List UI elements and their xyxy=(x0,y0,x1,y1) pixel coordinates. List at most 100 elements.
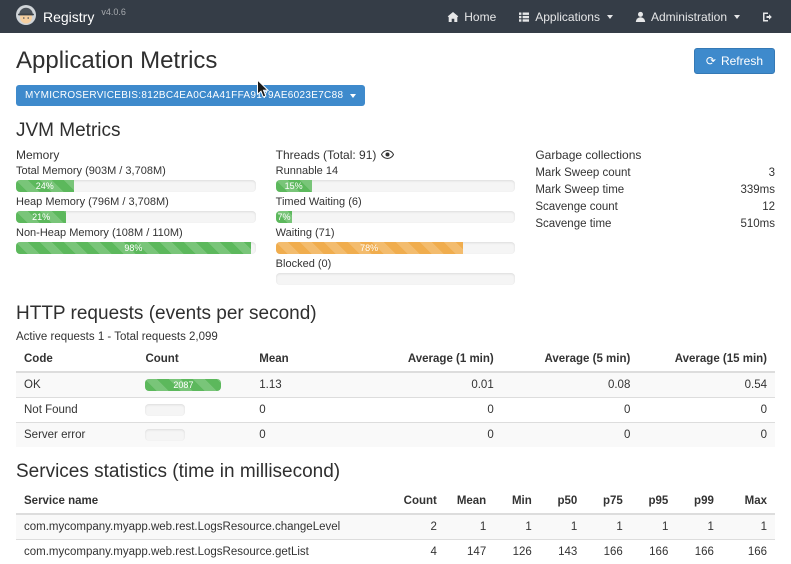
services-statistics-table: Service name Count Mean Min p50 p75 p95 … xyxy=(16,489,775,564)
column-header: Service name xyxy=(16,489,396,514)
chevron-down-icon xyxy=(607,15,613,19)
gc-value: 3 xyxy=(769,165,775,182)
services-statistics-heading: Services statistics (time in millisecond… xyxy=(16,461,775,483)
nav-label-applications: Applications xyxy=(535,10,600,24)
p95-cell: 166 xyxy=(631,540,677,564)
column-header: Count xyxy=(137,347,251,372)
progress-track xyxy=(276,273,516,285)
nav-item-home[interactable]: Home xyxy=(447,10,496,24)
p50-cell: 1 xyxy=(540,514,586,540)
eye-icon[interactable] xyxy=(381,148,394,162)
mean-cell: 147 xyxy=(445,540,494,564)
column-header: p95 xyxy=(631,489,677,514)
table-row: Server error 0 0 0 0 xyxy=(16,423,775,448)
metric-label: Runnable 14 xyxy=(276,165,516,178)
metric-runnable: Runnable 14 15% xyxy=(276,165,516,192)
gc-label: Scavenge time xyxy=(535,216,611,233)
count-cell: 2 xyxy=(396,514,445,540)
count-cell xyxy=(137,398,251,423)
progress-bar: 2087 xyxy=(145,379,221,391)
gc-value: 339ms xyxy=(740,182,775,199)
nav-label-administration: Administration xyxy=(651,10,727,24)
http-requests-heading: HTTP requests (events per second) xyxy=(16,303,775,325)
gc-column: Garbage collections Mark Sweep count 3 M… xyxy=(535,148,775,289)
column-header: Code xyxy=(16,347,137,372)
navbar: Registry v4.0.6 Home Applications xyxy=(0,0,791,33)
metric-label: Waiting (71) xyxy=(276,227,516,240)
gc-label: Mark Sweep time xyxy=(535,182,624,199)
metric-label: Heap Memory (796M / 3,708M) xyxy=(16,196,256,209)
metric-blocked: Blocked (0) xyxy=(276,258,516,285)
gc-value: 12 xyxy=(762,199,775,216)
metric-label: Total Memory (903M / 3,708M) xyxy=(16,165,256,178)
column-header: Min xyxy=(494,489,540,514)
gc-row: Scavenge time 510ms xyxy=(535,216,775,233)
gc-heading: Garbage collections xyxy=(535,148,775,162)
logout-button[interactable] xyxy=(762,11,775,23)
mean-cell: 0 xyxy=(251,398,365,423)
table-row: OK 2087 1.13 0.01 0.08 0.54 xyxy=(16,372,775,398)
column-header: p50 xyxy=(540,489,586,514)
metric-label: Timed Waiting (6) xyxy=(276,196,516,209)
http-requests-table: Code Count Mean Average (1 min) Average … xyxy=(16,347,775,447)
p95-cell: 1 xyxy=(631,514,677,540)
refresh-button[interactable]: ⟳ Refresh xyxy=(694,48,775,74)
brand-link[interactable]: Registry v4.0.6 xyxy=(16,5,126,28)
jhipster-avatar-icon xyxy=(16,5,36,28)
progress-track: 98% xyxy=(16,242,256,254)
min-cell: 126 xyxy=(494,540,540,564)
memory-heading: Memory xyxy=(16,148,256,162)
p99-cell: 1 xyxy=(676,514,722,540)
service-name-cell: com.mycompany.myapp.web.rest.LogsResourc… xyxy=(16,540,396,564)
mean-cell: 1.13 xyxy=(251,372,365,398)
memory-column: Memory Total Memory (903M / 3,708M) 24% … xyxy=(16,148,256,289)
instance-selector-dropdown[interactable]: MYMICROSERVICEBIS:812BC4EA0C4A41FFA9179A… xyxy=(16,85,365,106)
progress-track xyxy=(145,429,185,441)
refresh-icon: ⟳ xyxy=(706,54,716,68)
metric-label: Non-Heap Memory (108M / 110M) xyxy=(16,227,256,240)
gc-label: Scavenge count xyxy=(535,199,617,216)
chevron-down-icon xyxy=(350,94,356,98)
gc-row: Mark Sweep time 339ms xyxy=(535,182,775,199)
gc-value: 510ms xyxy=(740,216,775,233)
column-header: Average (15 min) xyxy=(638,347,775,372)
avg5-cell: 0.08 xyxy=(502,372,639,398)
page-title: Application Metrics xyxy=(16,47,217,75)
column-header: p99 xyxy=(676,489,722,514)
progress-bar: 21% xyxy=(16,211,66,223)
nav-item-administration[interactable]: Administration xyxy=(635,10,740,24)
avg15-cell: 0 xyxy=(638,398,775,423)
nav-menu: Home Applications Administration xyxy=(447,10,775,24)
gc-row: Scavenge count 12 xyxy=(535,199,775,216)
metric-heap-memory: Heap Memory (796M / 3,708M) 21% xyxy=(16,196,256,223)
metric-total-memory: Total Memory (903M / 3,708M) 24% xyxy=(16,165,256,192)
avg15-cell: 0.54 xyxy=(638,372,775,398)
nav-item-applications[interactable]: Applications xyxy=(518,10,613,24)
progress-bar: 98% xyxy=(16,242,251,254)
min-cell: 1 xyxy=(494,514,540,540)
code-cell: Not Found xyxy=(16,398,137,423)
main-content: Application Metrics ⟳ Refresh MYMICROSER… xyxy=(0,47,791,564)
metric-label: Blocked (0) xyxy=(276,258,516,271)
column-header: Count xyxy=(396,489,445,514)
count-cell xyxy=(137,423,251,448)
column-header: Average (1 min) xyxy=(365,347,502,372)
metric-timed-waiting: Timed Waiting (6) 7% xyxy=(276,196,516,223)
p75-cell: 1 xyxy=(585,514,631,540)
column-header: Mean xyxy=(251,347,365,372)
avg1-cell: 0 xyxy=(365,398,502,423)
progress-track xyxy=(145,404,185,416)
progress-track: 24% xyxy=(16,180,256,192)
nav-label-home: Home xyxy=(464,10,496,24)
column-header: Mean xyxy=(445,489,494,514)
sign-out-icon xyxy=(762,11,775,23)
avg15-cell: 0 xyxy=(638,423,775,448)
administration-icon xyxy=(635,11,646,23)
progress-track: 15% xyxy=(276,180,516,192)
max-cell: 1 xyxy=(722,514,775,540)
p99-cell: 166 xyxy=(676,540,722,564)
max-cell: 166 xyxy=(722,540,775,564)
avg1-cell: 0.01 xyxy=(365,372,502,398)
home-icon xyxy=(447,11,459,23)
metric-nonheap-memory: Non-Heap Memory (108M / 110M) 98% xyxy=(16,227,256,254)
